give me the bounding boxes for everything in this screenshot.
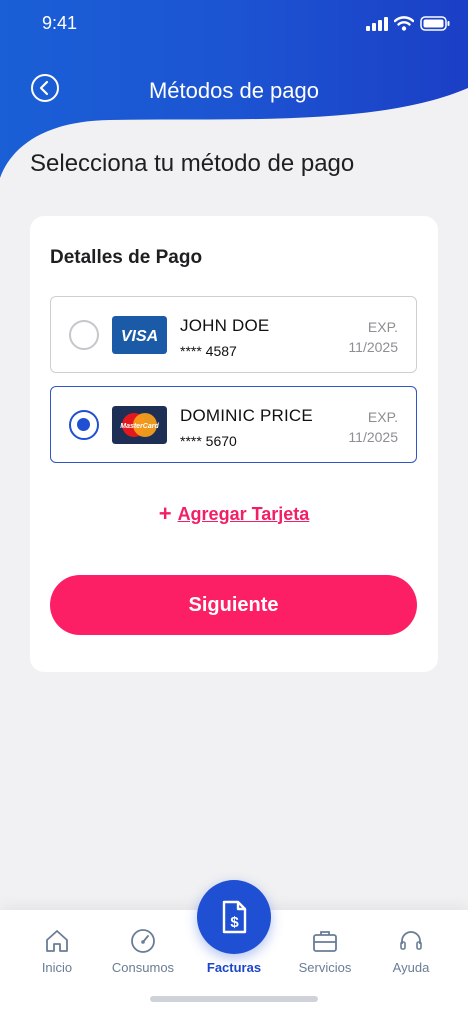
home-icon bbox=[46, 930, 68, 952]
svg-text:VISA: VISA bbox=[121, 328, 158, 345]
payment-method-option-visa[interactable]: VISA JOHN DOE **** 4587 EXP. 11/2025 bbox=[50, 296, 417, 373]
tab-label: Facturas bbox=[206, 960, 262, 975]
headset-icon bbox=[400, 931, 422, 950]
payment-details-title: Detalles de Pago bbox=[50, 247, 203, 268]
briefcase-icon bbox=[313, 931, 337, 952]
invoice-dollar-icon: $ bbox=[222, 900, 247, 934]
home-indicator bbox=[150, 996, 318, 1002]
card-exp-label: EXP. bbox=[367, 319, 398, 335]
svg-text:MasterCard: MasterCard bbox=[120, 423, 159, 430]
payment-method-option-mastercard[interactable]: MasterCard DOMINIC PRICE **** 5670 EXP. … bbox=[50, 386, 417, 463]
battery-icon bbox=[420, 16, 450, 31]
tab-label: Ayuda bbox=[392, 960, 430, 975]
gauge-icon bbox=[131, 929, 155, 953]
page-title: Métodos de pago bbox=[148, 78, 320, 103]
next-button[interactable]: Siguiente bbox=[50, 575, 417, 635]
add-card-link[interactable]: + Agregar Tarjeta bbox=[30, 503, 438, 525]
card-holder-name: JOHN DOE bbox=[180, 316, 270, 335]
tab-label: Servicios bbox=[298, 960, 352, 975]
tab-ayuda[interactable]: Ayuda bbox=[366, 910, 456, 1010]
status-bar: 9:41 bbox=[0, 0, 468, 50]
signal-icon bbox=[366, 16, 388, 31]
tab-inicio[interactable]: Inicio bbox=[12, 910, 102, 1010]
facturas-fab-button[interactable]: $ bbox=[197, 880, 271, 954]
mastercard-logo-icon: MasterCard bbox=[112, 406, 167, 444]
tab-servicios[interactable]: Servicios bbox=[280, 910, 370, 1010]
section-heading: Selecciona tu método de pago bbox=[30, 150, 355, 177]
svg-text:$: $ bbox=[230, 914, 239, 931]
payment-method-radio[interactable] bbox=[69, 320, 99, 350]
add-card-label[interactable]: Agregar Tarjeta bbox=[178, 504, 310, 525]
visa-logo-icon: VISA bbox=[112, 316, 167, 354]
card-exp-label: EXP. bbox=[367, 409, 398, 425]
plus-icon: + bbox=[158, 501, 172, 526]
payment-method-radio[interactable] bbox=[69, 410, 99, 440]
wifi-icon bbox=[394, 16, 414, 31]
payment-details-card: Detalles de Pago VISA JOHN DOE **** 4587… bbox=[30, 216, 438, 672]
card-exp-date: 11/2025 bbox=[348, 429, 398, 445]
card-number-masked: **** 4587 bbox=[180, 343, 237, 359]
tab-consumos[interactable]: Consumos bbox=[98, 910, 188, 1010]
card-number-masked: **** 5670 bbox=[180, 433, 237, 449]
tab-label: Inicio bbox=[41, 960, 73, 975]
tab-label: Consumos bbox=[111, 960, 175, 975]
card-exp-date: 11/2025 bbox=[348, 339, 398, 355]
status-time: 9:41 bbox=[42, 13, 78, 33]
card-holder-name: DOMINIC PRICE bbox=[180, 406, 313, 425]
